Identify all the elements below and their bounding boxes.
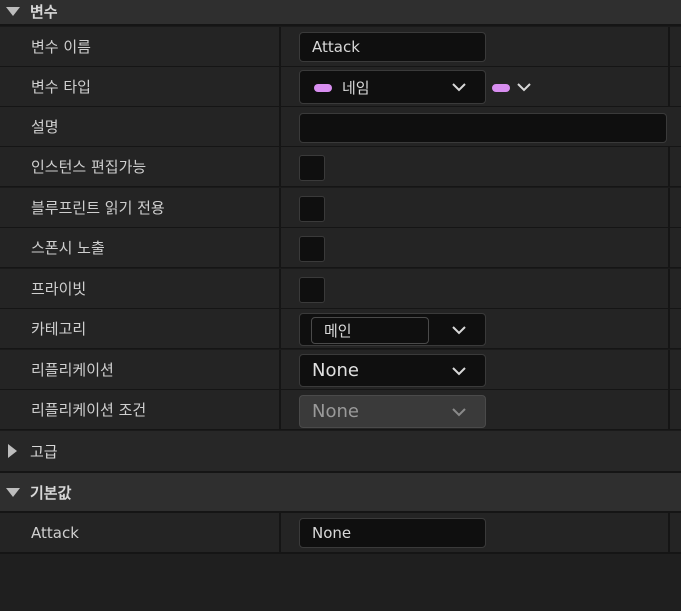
chevron-down-icon [451, 79, 467, 95]
single-container-pin-icon [492, 84, 510, 92]
default-attack-value: None [312, 524, 352, 542]
replication-value: None [312, 360, 359, 381]
variable-type-label: 변수 타입 [31, 78, 91, 96]
column-splitter-right [668, 269, 670, 308]
replication-condition-value: None [312, 401, 359, 422]
category-value: 메인 [324, 322, 352, 340]
column-splitter-right [668, 350, 670, 389]
row-replication: 리플리케이션 None [0, 350, 681, 390]
column-splitter[interactable] [279, 269, 281, 308]
row-blueprint-readonly: 블루프린트 읽기 전용 [0, 188, 681, 228]
chevron-down-icon [451, 363, 467, 379]
replication-condition-label: 리플리케이션 조건 [31, 401, 147, 419]
column-splitter-right [668, 513, 670, 552]
category-label: 카테고리 [31, 320, 87, 338]
expand-arrow-icon[interactable] [0, 431, 30, 471]
section-title-variable: 변수 [30, 2, 58, 21]
replication-label: 리플리케이션 [31, 361, 114, 379]
column-splitter-right [668, 188, 670, 227]
column-splitter[interactable] [279, 188, 281, 227]
column-splitter-right [668, 390, 670, 429]
replication-condition-dropdown: None [299, 395, 486, 428]
private-checkbox[interactable] [299, 277, 325, 303]
column-splitter-right [668, 147, 670, 186]
default-attack-label: Attack [31, 523, 79, 542]
row-description: 설명 [0, 107, 681, 147]
chevron-down-icon [516, 79, 532, 95]
row-default-attack: Attack None [0, 513, 681, 554]
section-header-variable[interactable]: 변수 [0, 0, 681, 26]
row-instance-editable: 인스턴스 편집가능 [0, 147, 681, 187]
variable-name-label: 변수 이름 [31, 38, 91, 56]
category-input[interactable]: 메인 [311, 317, 429, 344]
collapse-arrow-icon[interactable] [0, 0, 30, 24]
row-category: 카테고리 메인 [0, 309, 681, 349]
column-splitter[interactable] [279, 309, 281, 348]
variable-type-value: 네임 [342, 78, 370, 97]
column-splitter-right [668, 228, 670, 267]
replication-dropdown[interactable]: None [299, 354, 486, 387]
section-title-advanced: 고급 [30, 442, 58, 461]
variable-name-input[interactable]: Attack [299, 32, 486, 62]
section-header-advanced[interactable]: 고급 [0, 431, 681, 473]
blueprint-readonly-label: 블루프린트 읽기 전용 [31, 199, 165, 217]
container-type-dropdown[interactable] [491, 79, 531, 95]
column-splitter[interactable] [279, 107, 281, 146]
column-splitter[interactable] [279, 67, 281, 106]
row-replication-condition: 리플리케이션 조건 None [0, 390, 681, 430]
details-panel: 변수 변수 이름 Attack 변수 타입 네임 설명 인스턴스 편집가능 블루… [0, 0, 681, 611]
row-variable-name: 변수 이름 Attack [0, 27, 681, 67]
column-splitter[interactable] [279, 350, 281, 389]
variable-type-dropdown[interactable]: 네임 [299, 70, 486, 104]
column-splitter[interactable] [279, 390, 281, 429]
column-splitter[interactable] [279, 228, 281, 267]
private-label: 프라이빗 [31, 280, 87, 298]
section-title-default-value: 기본값 [30, 483, 72, 502]
row-private: 프라이빗 [0, 269, 681, 309]
instance-editable-checkbox[interactable] [299, 155, 325, 181]
description-input[interactable] [299, 113, 667, 143]
chevron-down-icon [451, 404, 467, 420]
empty-panel-area [0, 554, 681, 611]
column-splitter[interactable] [279, 513, 281, 552]
column-splitter[interactable] [279, 27, 281, 66]
expose-on-spawn-checkbox[interactable] [299, 236, 325, 262]
column-splitter-right [668, 27, 670, 66]
default-attack-input[interactable]: None [299, 518, 486, 548]
category-combobox[interactable]: 메인 [299, 313, 486, 346]
section-header-default-value[interactable]: 기본값 [0, 473, 681, 513]
column-splitter-right [668, 309, 670, 348]
column-splitter-right [668, 67, 670, 106]
column-splitter[interactable] [279, 147, 281, 186]
chevron-down-icon[interactable] [451, 322, 467, 338]
collapse-arrow-icon[interactable] [0, 473, 30, 511]
variable-name-value: Attack [312, 38, 360, 56]
instance-editable-label: 인스턴스 편집가능 [31, 158, 147, 176]
row-expose-on-spawn: 스폰시 노출 [0, 228, 681, 268]
row-variable-type: 변수 타입 네임 [0, 67, 681, 107]
description-label: 설명 [31, 118, 59, 136]
blueprint-readonly-checkbox[interactable] [299, 196, 325, 222]
expose-on-spawn-label: 스폰시 노출 [31, 239, 105, 257]
name-type-pin-icon [314, 84, 332, 92]
